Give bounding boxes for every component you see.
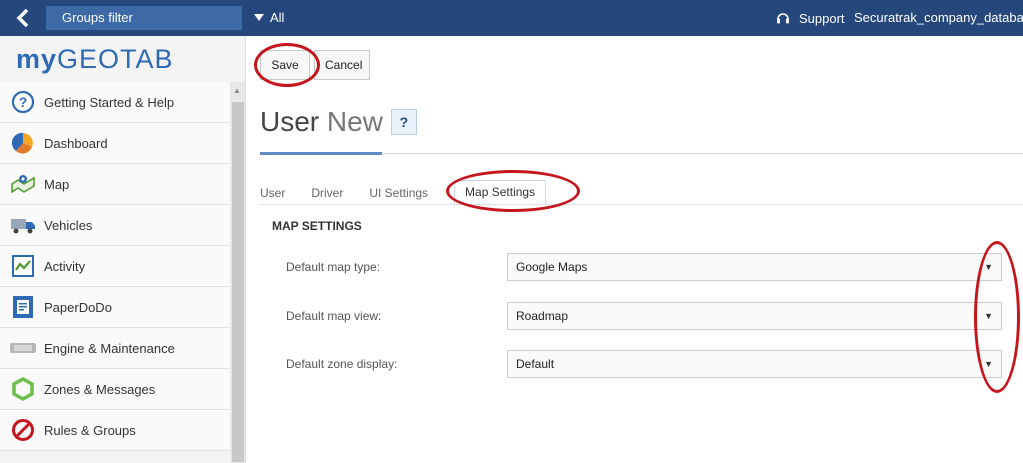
- company-database-link[interactable]: Securatrak_company_database: [854, 0, 1023, 36]
- sidebar-item-label: Rules & Groups: [44, 422, 136, 438]
- tab-driver[interactable]: Driver: [311, 186, 353, 206]
- zone-display-select[interactable]: Default ▼: [507, 350, 1002, 378]
- map-view-label: Default map view:: [286, 309, 382, 323]
- form-row-map-type: Default map type: Google Maps ▼: [286, 252, 1023, 282]
- groups-filter-input[interactable]: Groups filter: [46, 6, 242, 30]
- tab-ui-settings[interactable]: UI Settings: [369, 186, 438, 206]
- page-title-new: New: [326, 106, 383, 137]
- top-bar: Groups filter All Support Securatrak_com…: [0, 0, 1023, 36]
- map-type-value: Google Maps: [516, 260, 588, 274]
- sidebar-item-paperdodo[interactable]: PaperDoDo: [0, 287, 230, 328]
- sidebar-item-label: Engine & Maintenance: [44, 340, 175, 356]
- sidebar-scrollbar[interactable]: ▲: [230, 82, 245, 463]
- sidebar-item-engine-maintenance[interactable]: Engine & Maintenance: [0, 328, 230, 369]
- toolbar: Save Cancel: [246, 36, 1023, 86]
- sidebar-nav: ? Getting Started & Help Dashboard Map V…: [0, 82, 230, 451]
- sidebar-item-dashboard[interactable]: Dashboard: [0, 123, 230, 164]
- back-button[interactable]: [0, 0, 46, 36]
- logo-geotab: GEOTAB: [57, 43, 174, 74]
- help-circle-icon: ?: [10, 89, 36, 115]
- sidebar-item-label: Activity: [44, 258, 86, 274]
- section-title: MAP SETTINGS: [272, 219, 362, 233]
- map-pin-icon: [10, 171, 36, 197]
- form-row-map-view: Default map view: Roadmap ▼: [286, 301, 1023, 331]
- help-button[interactable]: ?: [390, 109, 417, 135]
- cancel-button[interactable]: Cancel: [314, 50, 370, 80]
- support-label: Support: [799, 10, 845, 26]
- map-view-value: Roadmap: [516, 309, 569, 323]
- caret-down-icon: [254, 14, 264, 21]
- sidebar-item-vehicles[interactable]: Vehicles: [0, 205, 230, 246]
- sidebar-item-label: Vehicles: [44, 217, 93, 233]
- truck-icon: [10, 212, 36, 238]
- no-entry-icon: [10, 417, 36, 443]
- logo-my: my: [16, 43, 58, 74]
- sidebar-item-label: Dashboard: [44, 135, 108, 151]
- zone-display-label: Default zone display:: [286, 357, 398, 371]
- sidebar-item-label: Map: [44, 176, 70, 192]
- save-button[interactable]: Save: [260, 50, 310, 80]
- sidebar-item-label: Getting Started & Help: [44, 94, 175, 110]
- sidebar: my GEOTAB ? Getting Started & Help Dashbo…: [0, 36, 246, 463]
- title-divider-accent: [260, 152, 382, 155]
- map-type-select[interactable]: Google Maps ▼: [507, 253, 1002, 281]
- tab-bar: User Driver UI Settings Map Settings: [260, 180, 547, 206]
- form-row-zone-display: Default zone display: Default ▼: [286, 349, 1023, 379]
- map-view-select[interactable]: Roadmap ▼: [507, 302, 1002, 330]
- chevron-left-icon: [16, 8, 29, 28]
- pie-chart-icon: [10, 130, 36, 156]
- page-title: User New: [260, 106, 383, 138]
- main-content: Save Cancel User New ? User Driver UI Se…: [246, 36, 1023, 463]
- tabs-divider: [260, 204, 1023, 205]
- sidebar-item-activity[interactable]: Activity: [0, 246, 230, 287]
- engine-icon: [10, 335, 36, 361]
- caret-down-icon: ▼: [984, 262, 993, 272]
- sidebar-item-map[interactable]: Map: [0, 164, 230, 205]
- groups-dropdown-label: All: [270, 10, 285, 25]
- map-type-label: Default map type:: [286, 260, 381, 274]
- caret-down-icon: ▼: [984, 359, 993, 369]
- activity-chart-icon: [10, 253, 36, 279]
- sidebar-item-label: Zones & Messages: [44, 381, 156, 397]
- support-link[interactable]: Support: [775, 0, 845, 36]
- tab-map-settings[interactable]: Map Settings: [454, 180, 547, 206]
- scroll-up-icon[interactable]: ▲: [233, 86, 241, 95]
- scrollbar-thumb[interactable]: [232, 102, 244, 462]
- caret-down-icon: ▼: [984, 311, 993, 321]
- sidebar-item-label: PaperDoDo: [44, 299, 112, 315]
- page-title-row: User New ?: [260, 102, 417, 142]
- page-title-main: User: [260, 106, 320, 137]
- mygeotab-logo[interactable]: my GEOTAB: [0, 36, 245, 82]
- zone-display-value: Default: [516, 357, 555, 371]
- tab-user[interactable]: User: [260, 186, 295, 206]
- sidebar-item-zones-messages[interactable]: Zones & Messages: [0, 369, 230, 410]
- sidebar-item-getting-started[interactable]: ? Getting Started & Help: [0, 82, 230, 123]
- paper-document-icon: [10, 294, 36, 320]
- svg-text:?: ?: [19, 94, 28, 110]
- sidebar-item-rules-groups[interactable]: Rules & Groups: [0, 410, 230, 451]
- zone-polygon-icon: [10, 376, 36, 402]
- headset-icon: [777, 13, 789, 24]
- groups-dropdown[interactable]: All: [254, 0, 284, 36]
